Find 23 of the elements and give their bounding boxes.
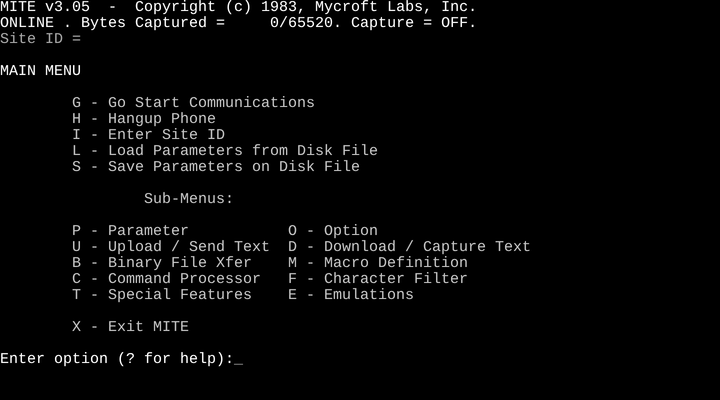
menu-option: C - Command Processor — [72, 271, 262, 288]
menu-option: H - Hangup Phone — [72, 112, 216, 128]
menu-option: L - Load Parameters from Disk File — [72, 144, 378, 160]
menu-option: G - Go Start Communications — [72, 96, 316, 112]
menu-title: MAIN MENU — [0, 64, 82, 80]
menu-option: B - Binary File Xfer — [72, 255, 252, 272]
menu-option: I - Enter Site ID — [72, 128, 226, 144]
title-line: MITE v3.05 - Copyright (c) 1983, Mycroft Labs, Inc. — [0, 0, 478, 16]
menu-option: E - Emulations — [288, 288, 414, 304]
menu-option: T - Special Features — [72, 287, 252, 304]
menu-option: F - Character Filter — [288, 272, 468, 288]
menu-option: O - Option — [288, 224, 378, 240]
status-line: ONLINE . Bytes Captured = 0/65520. Capture = OFF. — [0, 16, 478, 32]
site-id-line: Site ID = — [0, 32, 82, 48]
prompt-text: Enter option (? for help): — [0, 352, 234, 368]
menu-option: M - Macro Definition — [288, 256, 468, 272]
menu-option: D - Download / Capture Text — [288, 240, 532, 256]
submenu-heading: Sub-Menus: — [144, 192, 234, 208]
menu-option: U - Upload / Send Text — [72, 239, 270, 256]
menu-option: X - Exit MITE — [72, 320, 190, 336]
menu-option: S - Save Parameters on Disk File — [72, 160, 360, 176]
menu-option: P - Parameter — [72, 223, 190, 240]
cursor: _ — [234, 352, 244, 368]
